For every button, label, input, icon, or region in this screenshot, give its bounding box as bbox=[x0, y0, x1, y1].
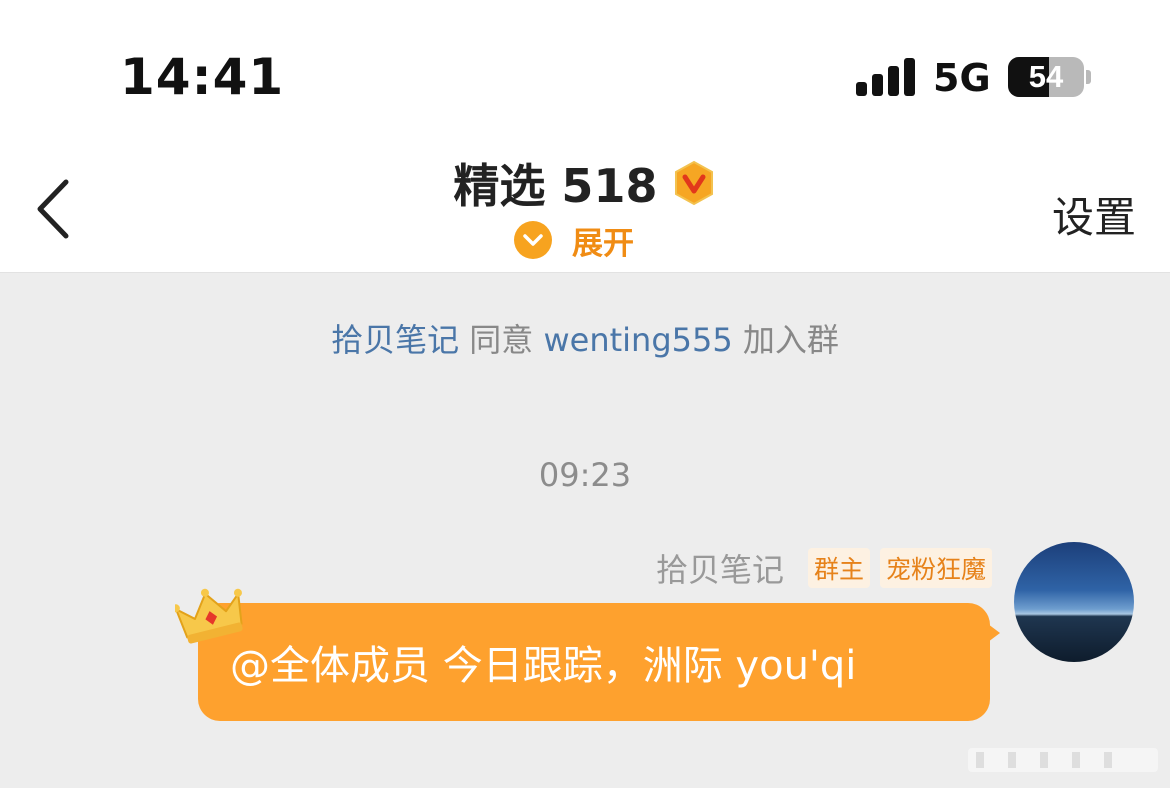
avatar[interactable] bbox=[1014, 542, 1134, 662]
battery-tip bbox=[1086, 70, 1091, 84]
status-time: 14:41 bbox=[120, 48, 285, 106]
chat-header: 精选 518 展开 设置 bbox=[0, 130, 1170, 273]
system-message-suffix: 加入群 bbox=[742, 321, 839, 359]
role-tag-owner: 群主 bbox=[807, 548, 870, 588]
system-message-actor[interactable]: 拾贝笔记 bbox=[331, 321, 459, 359]
title-area: 精选 518 bbox=[0, 150, 1170, 216]
home-indicator bbox=[968, 748, 1158, 772]
status-bar: 14:41 5G 54 bbox=[0, 0, 1170, 130]
sender-row: 拾贝笔记 群主 宠粉狂魔 bbox=[656, 545, 992, 591]
sender-name[interactable]: 拾贝笔记 bbox=[656, 545, 784, 591]
bubble-tail bbox=[984, 621, 1000, 645]
group-title: 精选 518 bbox=[453, 159, 658, 213]
role-tag-fan: 宠粉狂魔 bbox=[879, 548, 992, 588]
network-type: 5G bbox=[933, 56, 991, 100]
settings-button[interactable]: 设置 bbox=[1052, 184, 1136, 245]
message-bubble[interactable]: @全体成员 今日跟踪，洲际 you'qi bbox=[198, 603, 990, 721]
system-message: 拾贝笔记 同意 wenting555 加入群 bbox=[0, 315, 1170, 361]
message-timestamp: 09:23 bbox=[538, 456, 632, 494]
message-bubble-wrapper: @全体成员 今日跟踪，洲际 you'qi bbox=[198, 603, 1004, 723]
chevron-down-icon bbox=[514, 221, 552, 259]
message-text: @全体成员 今日跟踪，洲际 you'qi bbox=[230, 643, 857, 689]
crown-icon bbox=[175, 588, 243, 644]
expand-toggle[interactable]: 展开 bbox=[514, 220, 634, 262]
battery-icon: 54 bbox=[1008, 57, 1084, 97]
battery-level: 54 bbox=[1028, 59, 1064, 94]
v-badge-icon bbox=[674, 160, 713, 206]
expand-label: 展开 bbox=[572, 225, 634, 262]
signal-icon bbox=[856, 58, 916, 96]
system-message-verb: 同意 bbox=[469, 321, 534, 359]
system-message-target[interactable]: wenting555 bbox=[543, 321, 732, 359]
